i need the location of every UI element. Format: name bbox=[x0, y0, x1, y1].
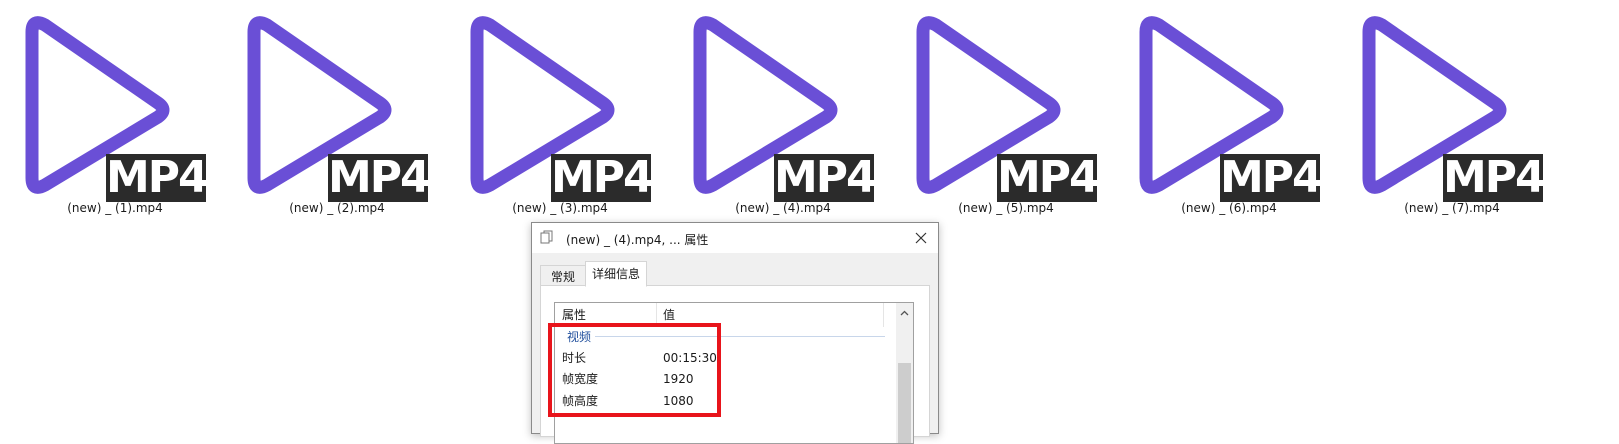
file-grid: MP4 (new) _ (1).mp4 MP4 (new) _ (2).mp4 … bbox=[0, 0, 1619, 225]
file-item[interactable]: MP4 (new) _ (5).mp4 bbox=[891, 6, 1121, 221]
vertical-scrollbar[interactable] bbox=[896, 303, 913, 443]
properties-dialog: (new) _ (4).mp4, ... 属性 常规 详细信息 属性 值 视频 … bbox=[531, 222, 939, 444]
file-name[interactable]: (new) _ (3).mp4 bbox=[445, 201, 675, 215]
property-key: 帧宽度 bbox=[562, 372, 599, 386]
file-name[interactable]: (new) _ (1).mp4 bbox=[0, 201, 230, 215]
scroll-thumb[interactable] bbox=[898, 363, 911, 443]
file-item[interactable]: MP4 (new) _ (3).mp4 bbox=[445, 6, 675, 221]
file-item[interactable]: MP4 (new) _ (4).mp4 bbox=[668, 6, 898, 221]
file-item[interactable]: MP4 (new) _ (1).mp4 bbox=[0, 6, 230, 221]
copy-files-icon bbox=[540, 230, 553, 244]
dialog-titlebar[interactable]: (new) _ (4).mp4, ... 属性 bbox=[532, 223, 938, 253]
column-header-property[interactable]: 属性 bbox=[562, 303, 657, 327]
column-header-value[interactable]: 值 bbox=[663, 303, 884, 327]
mp4-badge: MP4 bbox=[1443, 152, 1546, 203]
file-name[interactable]: (new) _ (2).mp4 bbox=[222, 201, 452, 215]
mp4-badge: MP4 bbox=[997, 152, 1100, 203]
list-item[interactable]: 帧宽度 1920 bbox=[562, 369, 892, 389]
group-label-video: 视频 bbox=[567, 328, 596, 345]
file-item[interactable]: MP4 (new) _ (6).mp4 bbox=[1114, 6, 1344, 221]
property-value: 1080 bbox=[663, 394, 694, 408]
property-list[interactable]: 属性 值 视频 时长 00:15:30 帧宽度 1920 帧高度 1080 bbox=[554, 302, 914, 444]
chevron-up-icon bbox=[900, 310, 909, 316]
mp4-badge: MP4 bbox=[551, 152, 654, 203]
close-button[interactable] bbox=[910, 227, 932, 249]
mp4-badge: MP4 bbox=[106, 152, 209, 203]
mp4-badge: MP4 bbox=[1220, 152, 1323, 203]
mp4-badge: MP4 bbox=[328, 152, 431, 203]
list-item[interactable]: 帧高度 1080 bbox=[562, 391, 892, 411]
tab-details[interactable]: 详细信息 bbox=[585, 261, 647, 287]
group-divider bbox=[595, 336, 885, 337]
property-key: 时长 bbox=[562, 351, 587, 365]
details-panel: 属性 值 视频 时长 00:15:30 帧宽度 1920 帧高度 1080 bbox=[540, 285, 930, 444]
tab-general[interactable]: 常规 bbox=[540, 265, 586, 286]
scroll-up-button[interactable] bbox=[896, 305, 913, 322]
dialog-title: (new) _ (4).mp4, ... 属性 bbox=[566, 233, 709, 247]
file-item[interactable]: MP4 (new) _ (2).mp4 bbox=[222, 6, 452, 221]
file-name[interactable]: (new) _ (5).mp4 bbox=[891, 201, 1121, 215]
close-icon bbox=[915, 232, 927, 244]
property-value: 1920 bbox=[663, 372, 694, 386]
property-key: 帧高度 bbox=[562, 394, 599, 408]
file-name[interactable]: (new) _ (7).mp4 bbox=[1337, 201, 1567, 215]
file-name[interactable]: (new) _ (6).mp4 bbox=[1114, 201, 1344, 215]
file-name[interactable]: (new) _ (4).mp4 bbox=[668, 201, 898, 215]
list-item[interactable]: 时长 00:15:30 bbox=[562, 348, 892, 368]
mp4-badge: MP4 bbox=[774, 152, 877, 203]
property-value: 00:15:30 bbox=[663, 351, 717, 365]
file-item[interactable]: MP4 (new) _ (7).mp4 bbox=[1337, 6, 1567, 221]
